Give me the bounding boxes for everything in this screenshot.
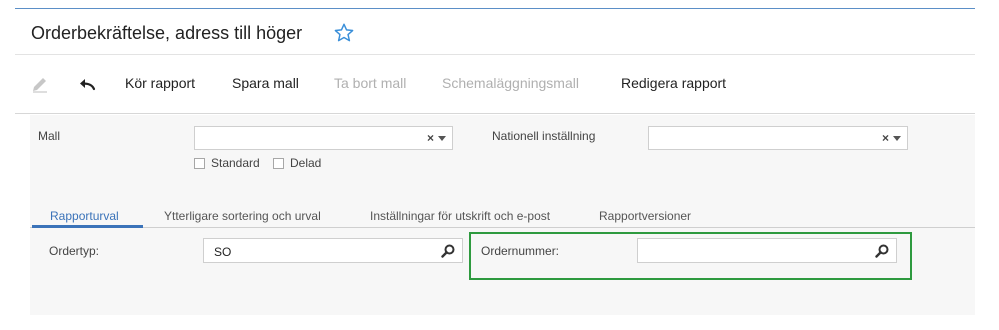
order-type-field[interactable]: SO (203, 238, 463, 263)
tab-rapporturval[interactable]: Rapporturval (50, 209, 119, 223)
save-template-button[interactable]: Spara mall (232, 75, 299, 91)
standard-label: Standard (211, 156, 260, 170)
clear-icon[interactable]: × (882, 131, 889, 145)
clear-icon[interactable]: × (427, 131, 434, 145)
order-type-label: Ordertyp: (49, 244, 100, 258)
edit-report-button[interactable]: Redigera rapport (621, 75, 726, 91)
pencil-icon[interactable] (30, 74, 50, 94)
run-report-button[interactable]: Kör rapport (125, 75, 195, 91)
delete-template-button[interactable]: Ta bort mall (334, 75, 406, 91)
order-number-highlight (469, 232, 912, 280)
schedule-template-button[interactable]: Schemaläggningsmall (442, 75, 579, 91)
page-title: Orderbekräftelse, adress till höger (31, 23, 303, 43)
tab-rapportversioner[interactable]: Rapportversioner (599, 209, 691, 223)
checkbox-box[interactable] (194, 157, 205, 169)
template-label: Mall (38, 129, 61, 143)
undo-arrow-icon[interactable] (77, 74, 97, 94)
template-combobox[interactable]: × (194, 126, 453, 150)
shared-label: Delad (290, 156, 322, 170)
star-outline-icon[interactable] (333, 22, 355, 44)
standard-checkbox[interactable]: Standard (194, 156, 260, 170)
checkbox-box[interactable] (273, 157, 284, 169)
locale-label: Nationell inställning (492, 129, 596, 143)
active-tab-indicator (32, 225, 143, 228)
order-type-value: SO (214, 245, 232, 259)
title-bar: Orderbekräftelse, adress till höger (15, 9, 975, 55)
toolbar: Kör rapport Spara mall Ta bort mall Sche… (15, 56, 975, 114)
tab-ytterligare-sortering[interactable]: Ytterligare sortering och urval (164, 209, 321, 223)
tab-installningar-utskrift[interactable]: Inställningar för utskrift och e-post (370, 209, 550, 223)
chevron-down-icon[interactable] (438, 136, 446, 141)
chevron-down-icon[interactable] (893, 136, 901, 141)
locale-combobox[interactable]: × (648, 126, 908, 150)
report-tabs: Rapporturval Ytterligare sortering och u… (30, 200, 975, 228)
search-icon[interactable] (440, 243, 456, 259)
shared-checkbox[interactable]: Delad (273, 156, 321, 170)
